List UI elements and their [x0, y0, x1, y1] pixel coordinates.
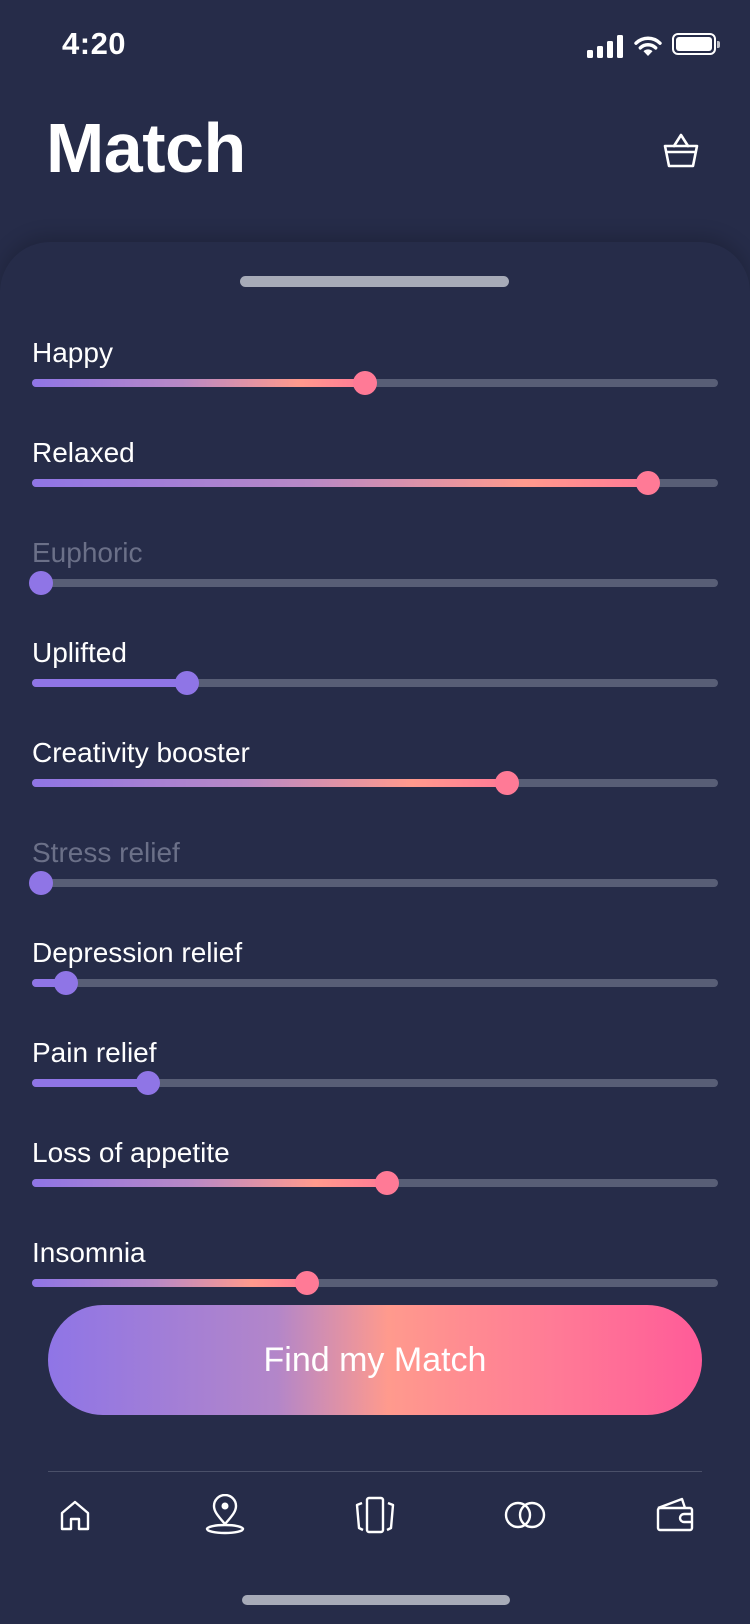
status-bar: 4:20 [0, 0, 750, 92]
slider-thumb[interactable] [375, 1171, 399, 1195]
cellular-signal-icon [587, 34, 623, 58]
slider-track[interactable] [32, 979, 718, 987]
effect-slider[interactable]: Depression relief [32, 936, 718, 1016]
find-match-button[interactable]: Find my Match [48, 1305, 702, 1415]
slider-fill [32, 679, 187, 687]
slider-fill [32, 379, 365, 387]
tab-bar-divider [48, 1471, 702, 1472]
slider-label: Euphoric [32, 537, 143, 568]
slider-thumb[interactable] [29, 871, 53, 895]
tab-home[interactable] [50, 1490, 100, 1540]
effect-slider[interactable]: Uplifted [32, 636, 718, 716]
effect-slider[interactable]: Happy [32, 336, 718, 416]
slider-track[interactable] [32, 779, 718, 787]
slider-fill [32, 1179, 387, 1187]
slider-label: Stress relief [32, 837, 180, 868]
slider-thumb[interactable] [295, 1271, 319, 1295]
slider-fill [32, 479, 648, 487]
home-icon [60, 1500, 90, 1531]
wifi-icon [634, 36, 662, 56]
tab-wallet[interactable] [650, 1490, 700, 1540]
filter-sheet: Happy Relaxed Euphoric Uplifted Creativity b… [0, 242, 750, 1624]
basket-icon[interactable] [660, 131, 702, 173]
effect-slider[interactable]: Loss of appetite [32, 1136, 718, 1216]
slider-thumb[interactable] [29, 571, 53, 595]
slider-thumb[interactable] [54, 971, 78, 995]
sheet-handle[interactable] [240, 276, 509, 287]
slider-label: Pain relief [32, 1037, 157, 1068]
slider-label: Insomnia [32, 1237, 146, 1268]
slider-thumb[interactable] [136, 1071, 160, 1095]
effect-slider[interactable]: Euphoric [29, 536, 718, 616]
slider-fill [32, 1079, 148, 1087]
tab-map[interactable] [200, 1490, 250, 1540]
slider-track[interactable] [32, 679, 718, 687]
slider-label: Relaxed [32, 437, 135, 468]
effect-slider[interactable]: Creativity booster [32, 736, 718, 816]
location-pin-icon [205, 1494, 245, 1535]
tab-bar [48, 1490, 702, 1540]
slider-track[interactable] [32, 479, 718, 487]
slider-label: Happy [32, 337, 113, 368]
slider-label: Depression relief [32, 937, 243, 968]
slider-label: Creativity booster [32, 737, 250, 768]
effect-slider[interactable]: Pain relief [32, 1036, 718, 1116]
slider-fill [32, 779, 507, 787]
slider-track[interactable] [32, 879, 718, 887]
slider-track[interactable] [32, 1279, 718, 1287]
page-title: Match [46, 109, 246, 187]
status-time: 4:20 [62, 26, 127, 61]
slider-thumb[interactable] [175, 671, 199, 695]
effect-slider[interactable]: Relaxed [32, 436, 718, 516]
tab-browse[interactable] [350, 1490, 400, 1540]
slider-thumb[interactable] [636, 471, 660, 495]
slider-track[interactable] [32, 1079, 718, 1087]
slider-fill [32, 1279, 307, 1287]
wallet-icon [656, 1497, 694, 1532]
effect-slider[interactable]: Stress relief [29, 836, 718, 916]
match-icon [504, 1501, 546, 1529]
home-indicator [242, 1595, 510, 1605]
slider-thumb[interactable] [495, 771, 519, 795]
slider-label: Uplifted [32, 637, 127, 668]
slider-thumb[interactable] [353, 371, 377, 395]
slider-track[interactable] [32, 579, 718, 587]
cards-icon [355, 1496, 395, 1534]
tab-match[interactable] [500, 1490, 550, 1540]
slider-label: Loss of appetite [32, 1137, 230, 1168]
effect-slider[interactable]: Insomnia [32, 1236, 718, 1316]
battery-icon [672, 33, 720, 55]
